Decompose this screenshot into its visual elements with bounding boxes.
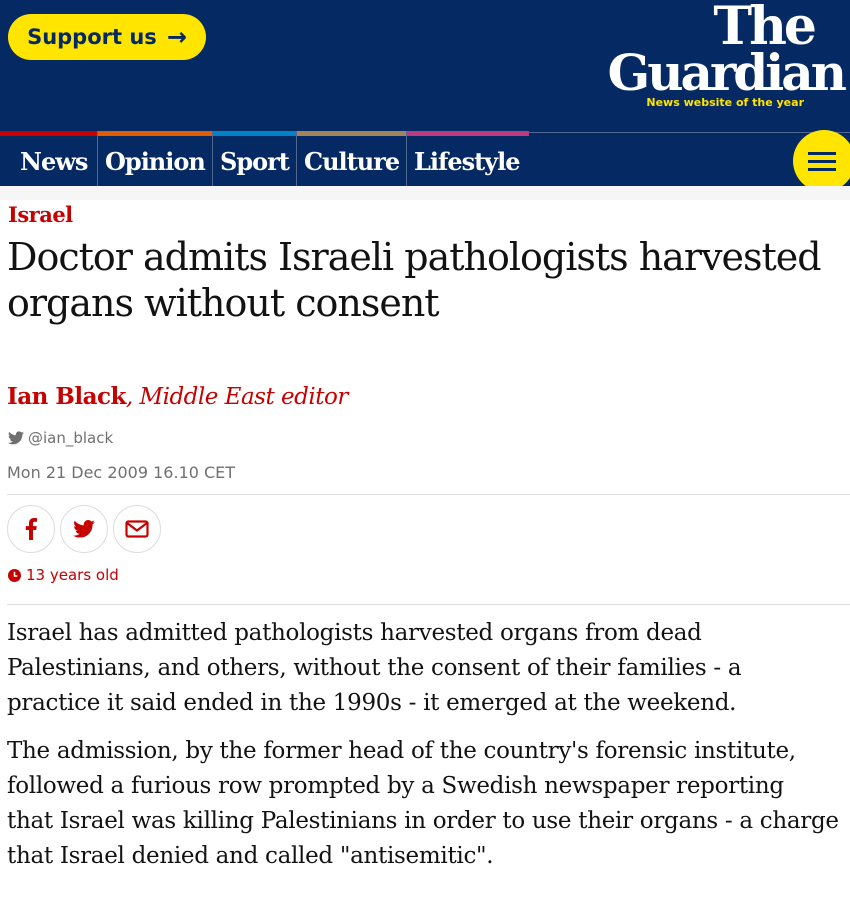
paragraph-line: followed a furious row prompted by a Swe…: [7, 773, 784, 799]
share-buttons: [7, 505, 161, 553]
email-share-button[interactable]: [113, 505, 161, 553]
hamburger-bar: [808, 159, 836, 163]
section-kicker[interactable]: Israel: [8, 202, 73, 227]
nav-item-label: News: [20, 147, 88, 176]
clock-icon: [8, 568, 21, 582]
hamburger-menu-button[interactable]: [793, 130, 850, 192]
paragraph: Israel has admitted pathologists harvest…: [7, 616, 850, 721]
headline-line: organs without consent: [7, 281, 440, 325]
paragraph-line: that Israel was killing Palestinians in …: [7, 808, 839, 834]
divider: [7, 604, 850, 605]
article-age-label: 13 years old: [26, 566, 119, 584]
guardian-logo[interactable]: The Guardian News website of the year: [607, 1, 847, 110]
paragraph-line: practice it said ended in the 1990s - it…: [7, 690, 737, 716]
nav-item-label: Lifestyle: [414, 147, 521, 176]
nav-item-label: Opinion: [105, 147, 206, 176]
publication-date: Mon 21 Dec 2009 16.10 CET: [7, 463, 236, 482]
headline-line: Doctor admits Israeli pathologists harve…: [7, 235, 822, 279]
article-body: Israel has admitted pathologists harvest…: [7, 616, 850, 887]
facebook-share-button[interactable]: [7, 505, 55, 553]
twitter-icon: [8, 431, 24, 445]
article-headline: Doctor admits Israeli pathologists harve…: [7, 234, 847, 326]
author-twitter-link[interactable]: @ian_black: [8, 429, 113, 447]
article-age-warning: 13 years old: [8, 566, 119, 584]
nav-item-label: Sport: [220, 147, 290, 176]
support-us-label: Support us: [27, 25, 157, 49]
divider: [7, 494, 850, 495]
author-role: , Middle East editor: [125, 384, 348, 410]
nav-item-label: Culture: [304, 147, 400, 176]
twitter-icon: [73, 520, 95, 538]
pillar-nav: News Opinion Sport Culture Lifestyle: [0, 131, 529, 186]
nav-item-news[interactable]: News: [0, 131, 98, 186]
header-gutter: [0, 186, 850, 200]
hamburger-menu-icon: [808, 151, 836, 155]
masthead: Support us → The Guardian News website o…: [0, 0, 850, 192]
author-name-link[interactable]: Ian Black: [7, 383, 126, 410]
nav-item-culture[interactable]: Culture: [297, 131, 407, 186]
nav-item-sport[interactable]: Sport: [213, 131, 297, 186]
email-icon: [125, 520, 149, 538]
hamburger-bar: [808, 167, 836, 171]
paragraph-line: Palestinians, and others, without the co…: [7, 655, 742, 681]
paragraph-line: Israel has admitted pathologists harvest…: [7, 620, 702, 646]
nav-item-lifestyle[interactable]: Lifestyle: [407, 131, 529, 186]
logo-line-guardian: Guardian: [607, 43, 847, 102]
paragraph-line: that Israel denied and called "antisemit…: [7, 843, 494, 869]
twitter-handle: @ian_black: [28, 429, 114, 447]
support-us-button[interactable]: Support us →: [8, 14, 206, 60]
paragraph-line: The admission, by the former head of the…: [7, 738, 796, 764]
nav-item-opinion[interactable]: Opinion: [98, 131, 213, 186]
paragraph: The admission, by the former head of the…: [7, 734, 850, 874]
facebook-icon: [25, 518, 37, 540]
byline: Ian Black, Middle East editor: [7, 383, 348, 410]
arrow-right-icon: →: [166, 23, 187, 51]
twitter-share-button[interactable]: [60, 505, 108, 553]
